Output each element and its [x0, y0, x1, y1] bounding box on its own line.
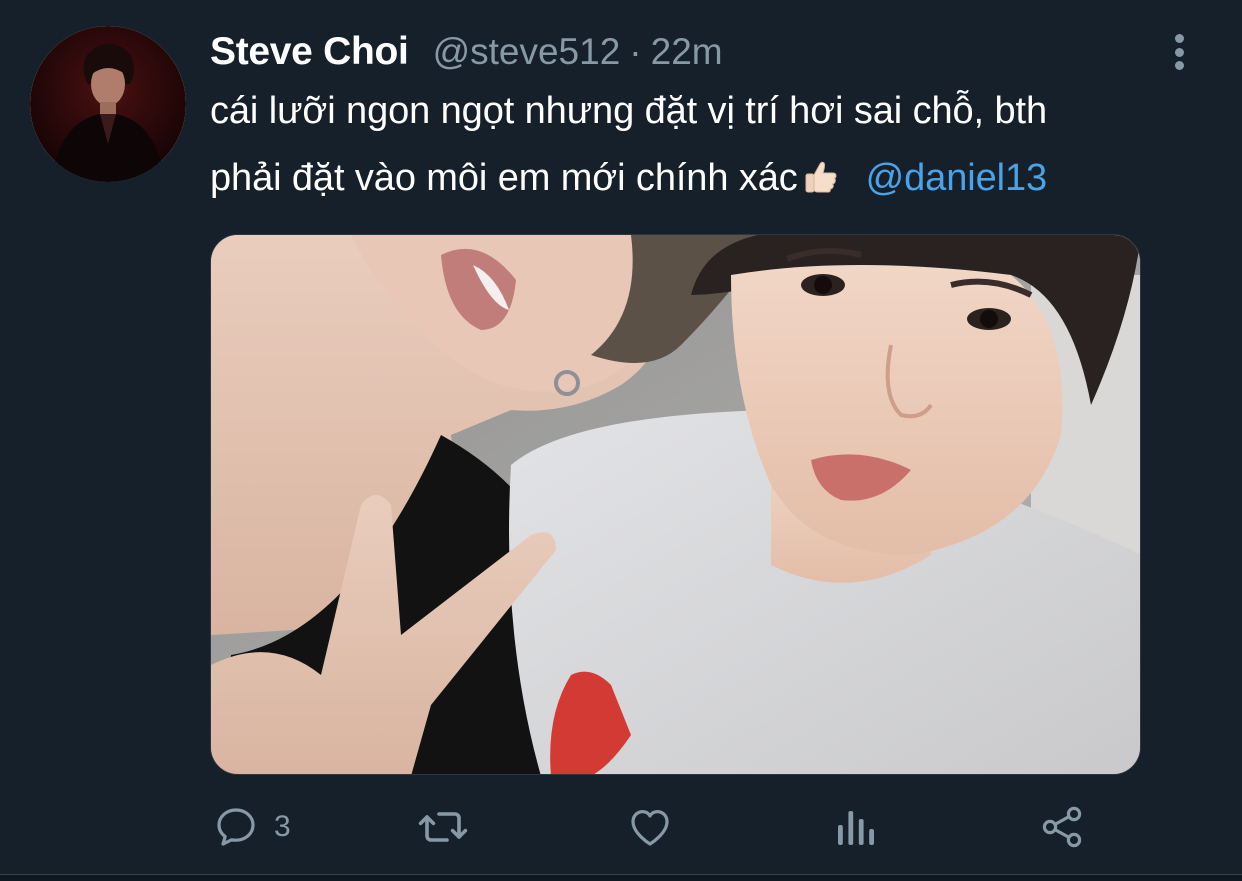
tweet[interactable]: Steve Choi @steve512 · 22m cái lưỡi ngon… [0, 0, 1242, 874]
author-display-name[interactable]: Steve Choi [210, 30, 409, 74]
tweet-text-line-1: cái lưỡi ngon ngọt nhưng đặt vị trí hơi … [210, 90, 1047, 132]
tweet-timestamp[interactable]: 22m [651, 31, 723, 73]
more-options-button[interactable] [1164, 30, 1194, 74]
thumbs-up-icon [802, 151, 840, 218]
author-avatar[interactable] [30, 26, 186, 182]
more-dot-icon [1174, 47, 1184, 57]
more-dot-icon [1174, 34, 1184, 43]
heart-icon [631, 810, 669, 846]
share-icon [1042, 806, 1082, 848]
avatar-photo [30, 26, 186, 182]
more-dot-icon [1174, 61, 1184, 70]
retweet-button[interactable] [416, 796, 484, 858]
tweet-actions: 3 [0, 796, 1242, 858]
retweet-icon [418, 812, 468, 842]
tweet-text-line-2: phải đặt vào môi em mới chính xác [210, 157, 798, 199]
reply-button[interactable]: 3 [212, 796, 291, 858]
share-button[interactable] [1038, 796, 1086, 858]
tweet-text: cái lưỡi ngon ngọt nhưng đặt vị trí hơi … [210, 78, 1210, 218]
mention-link[interactable]: @daniel13 [866, 157, 1047, 199]
tweet-text-line-2-wrapper: phải đặt vào môi em mới chính xác @danie… [210, 145, 1210, 218]
like-button[interactable] [625, 796, 689, 858]
reply-icon [217, 808, 255, 846]
tweet-photo[interactable] [210, 234, 1141, 775]
analytics-icon [838, 811, 874, 845]
header-separator: · [629, 31, 642, 72]
analytics-button[interactable] [834, 796, 878, 858]
tweet-header: Steve Choi @steve512 · 22m [210, 28, 723, 76]
author-handle[interactable]: @steve512 [433, 31, 621, 73]
photo-image [211, 235, 1140, 774]
reply-count: 3 [274, 810, 291, 843]
timeline-divider [0, 874, 1242, 881]
